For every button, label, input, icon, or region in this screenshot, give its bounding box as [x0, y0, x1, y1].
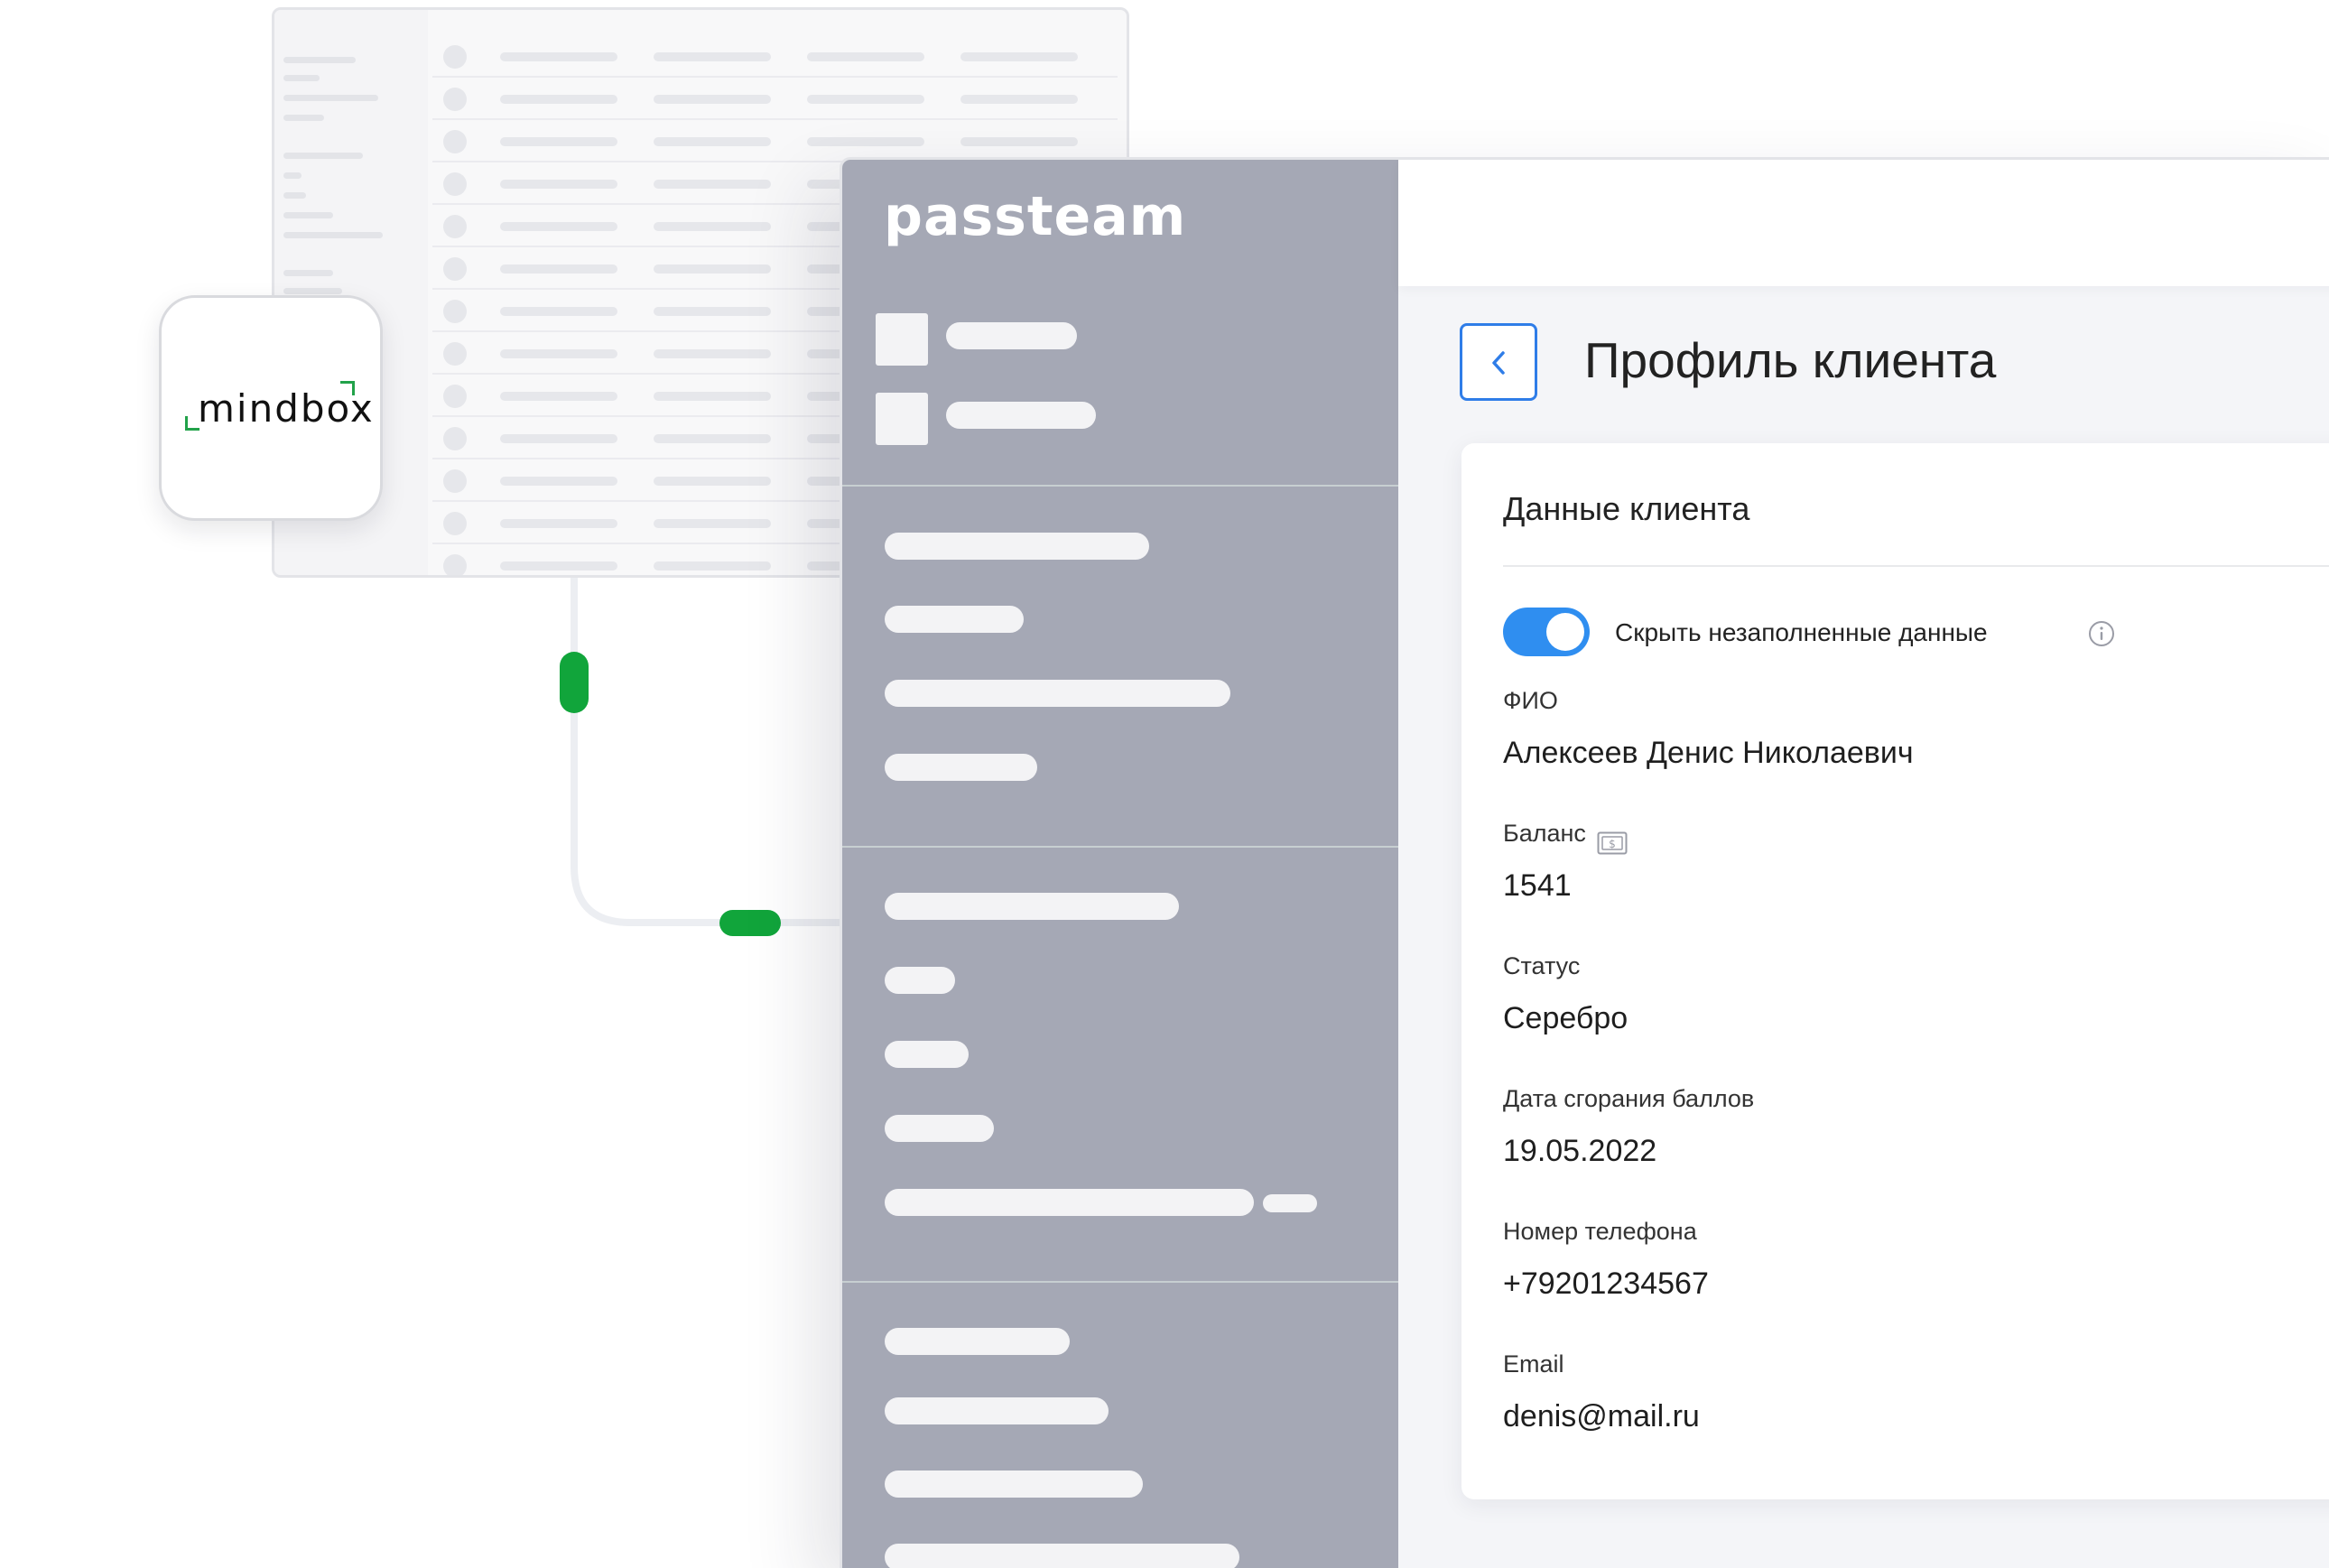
connector-handle-horizontal [719, 910, 781, 936]
field-label-balance: Баланс [1503, 820, 1586, 847]
passteam-logo: passteam [884, 185, 1187, 248]
toggle-knob [1546, 613, 1584, 651]
sidebar-item-placeholder[interactable] [885, 606, 1024, 633]
sidebar-item-placeholder[interactable] [885, 754, 1037, 781]
field-label-points-expiry: Дата сгорания баллов [1503, 1085, 1755, 1112]
connector-handle-vertical [560, 652, 589, 713]
bracket-icon [340, 381, 355, 395]
sidebar-item-placeholder[interactable] [885, 1397, 1109, 1424]
sidebar-icon-placeholder[interactable] [876, 313, 928, 366]
sidebar-item-placeholder[interactable] [946, 402, 1096, 429]
sidebar-divider [842, 485, 1398, 487]
page-title: Профиль клиента [1584, 332, 1997, 388]
back-button[interactable] [1460, 323, 1537, 401]
field-value-fio: Алексеев Денис Николаевич [1503, 736, 1914, 770]
field-label-status: Статус [1503, 952, 1581, 979]
field-value-status: Серебро [1503, 1001, 1628, 1035]
sidebar: passteam [842, 160, 1398, 1568]
sidebar-item-placeholder[interactable] [885, 533, 1149, 560]
sidebar-badge-placeholder [1263, 1194, 1317, 1212]
sidebar-item-placeholder[interactable] [946, 322, 1077, 349]
sidebar-item-placeholder[interactable] [885, 1189, 1254, 1216]
client-data-card: Данные клиента Скрыть незаполненные данн… [1461, 443, 2329, 1499]
sidebar-icon-placeholder[interactable] [876, 393, 928, 445]
svg-text:$: $ [1609, 838, 1616, 850]
passteam-window: passteam Профиль клиента Данные клиента [840, 157, 2329, 1568]
top-bar [1398, 160, 2329, 286]
info-icon[interactable] [2088, 620, 2115, 647]
field-label-phone: Номер телефона [1503, 1218, 1697, 1245]
currency-icon: $ [1597, 831, 1628, 855]
sidebar-item-placeholder[interactable] [885, 1544, 1239, 1568]
chevron-left-icon [1492, 351, 1505, 375]
connector-line [571, 578, 844, 926]
sidebar-item-placeholder[interactable] [885, 1041, 969, 1068]
sidebar-item-placeholder[interactable] [885, 1115, 994, 1142]
field-value-points-expiry: 19.05.2022 [1503, 1134, 1657, 1168]
sidebar-divider [842, 846, 1398, 848]
sidebar-item-placeholder[interactable] [885, 680, 1230, 707]
hide-empty-toggle-label: Скрыть незаполненные данные [1615, 618, 1988, 646]
field-value-phone: +79201234567 [1503, 1266, 1709, 1301]
sidebar-item-placeholder[interactable] [885, 967, 955, 994]
card-divider [1503, 565, 2329, 567]
card-title: Данные клиента [1503, 490, 1750, 527]
field-value-balance: 1541 [1503, 868, 1572, 903]
sidebar-item-placeholder[interactable] [885, 1328, 1070, 1355]
sidebar-item-placeholder[interactable] [885, 893, 1179, 920]
sidebar-item-placeholder[interactable] [885, 1471, 1143, 1498]
field-label-email: Email [1503, 1350, 1564, 1378]
field-value-email: denis@mail.ru [1503, 1399, 1700, 1433]
hide-empty-toggle[interactable] [1503, 608, 1590, 656]
sidebar-divider [842, 1281, 1398, 1283]
mindbox-app-tile: mindbox [159, 295, 383, 521]
field-label-fio: ФИО [1503, 687, 1558, 714]
